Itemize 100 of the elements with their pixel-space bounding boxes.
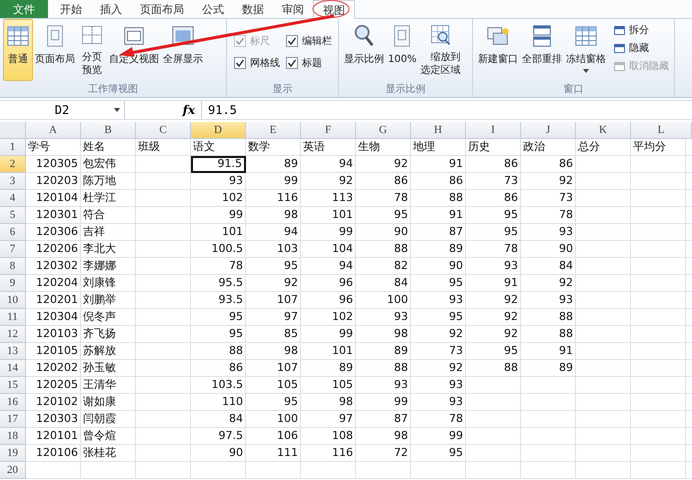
group-label: 工作簿视图 bbox=[87, 83, 139, 97]
column-header[interactable]: H bbox=[411, 122, 466, 139]
ribbon-button[interactable]: 冻结窗格 bbox=[564, 19, 608, 81]
ribbon-button[interactable]: 页面布局 bbox=[33, 19, 77, 81]
table-cell-text: 105 bbox=[331, 377, 354, 393]
table-cell-text: 92 bbox=[558, 275, 574, 291]
table-cell-text: 108 bbox=[331, 428, 354, 444]
column-header[interactable]: A bbox=[26, 122, 81, 139]
table-cell-text: 93 bbox=[448, 292, 464, 308]
checkbox[interactable]: 标题 bbox=[286, 56, 332, 70]
table-cell-text: 101 bbox=[331, 343, 354, 359]
formula-field[interactable]: 91.5 bbox=[202, 103, 237, 117]
table-cell-text: 93 bbox=[393, 309, 409, 325]
table-cell-text: 91 bbox=[448, 207, 464, 223]
ribbon-button[interactable]: 普通 bbox=[3, 19, 33, 81]
row-header[interactable]: 10 bbox=[0, 292, 26, 309]
table-cell-text: 97.5 bbox=[218, 428, 244, 444]
column-header[interactable]: D bbox=[191, 122, 246, 139]
ribbon-tab[interactable]: 开始 bbox=[51, 0, 91, 18]
checkbox[interactable]: 网格线 bbox=[234, 56, 280, 70]
row-header[interactable]: 2 bbox=[0, 156, 26, 173]
ribbon-button[interactable]: 100% bbox=[386, 19, 419, 81]
table-cell-text: 120101 bbox=[35, 428, 79, 444]
row-header[interactable]: 16 bbox=[0, 394, 26, 411]
table-cell-text: 86 bbox=[393, 173, 409, 189]
table-cell-text: 齐飞扬 bbox=[82, 326, 117, 342]
row-header[interactable]: 11 bbox=[0, 309, 26, 326]
column-header[interactable]: F bbox=[301, 122, 356, 139]
function-button[interactable]: fx bbox=[125, 101, 202, 119]
table-cell-text: 111 bbox=[276, 445, 299, 461]
table-cell-text: 92 bbox=[448, 360, 464, 376]
table-cell-text: 历史 bbox=[467, 139, 491, 155]
row-header[interactable]: 7 bbox=[0, 241, 26, 258]
ribbon-button[interactable]: 隐藏 bbox=[612, 40, 671, 56]
ribbon-tab[interactable]: 插入 bbox=[91, 0, 131, 18]
file-tab[interactable]: 文件 bbox=[0, 0, 48, 18]
table-cell-text: 94 bbox=[338, 156, 354, 172]
table-cell-text: 92 bbox=[503, 292, 519, 308]
group-label: 显示比例 bbox=[384, 83, 426, 97]
column-header[interactable]: E bbox=[246, 122, 301, 139]
table-cell-text: 吉祥 bbox=[82, 224, 106, 240]
ribbon-button[interactable]: 分页预览 bbox=[77, 19, 107, 81]
checkmark-icon bbox=[287, 58, 297, 68]
checkbox[interactable]: 编辑栏 bbox=[286, 34, 332, 48]
name-box[interactable]: D2 bbox=[0, 101, 125, 119]
column-header[interactable]: C bbox=[136, 122, 191, 139]
row-header[interactable]: 5 bbox=[0, 207, 26, 224]
active-cell[interactable]: 91.5 bbox=[191, 156, 246, 173]
table-cell-text: 120202 bbox=[35, 360, 79, 376]
table-cell-text: 99 bbox=[448, 428, 464, 444]
row-header[interactable]: 15 bbox=[0, 377, 26, 394]
table-cell-text: 73 bbox=[558, 190, 574, 206]
ribbon-button[interactable]: 拆分 bbox=[612, 22, 671, 38]
row-header[interactable]: 13 bbox=[0, 343, 26, 360]
row-header[interactable]: 3 bbox=[0, 173, 26, 190]
column-header[interactable]: K bbox=[576, 122, 631, 139]
window-icon bbox=[614, 44, 625, 52]
table-cell-text: 78 bbox=[558, 207, 574, 223]
ribbon-button[interactable]: 全屏显示 bbox=[161, 19, 205, 81]
window-icon bbox=[614, 62, 625, 70]
table-cell-text: 116 bbox=[331, 445, 354, 461]
row-header[interactable]: 19 bbox=[0, 445, 26, 462]
column-header[interactable]: G bbox=[356, 122, 411, 139]
column-header[interactable]: J bbox=[521, 122, 576, 139]
table-cell-text: 100 bbox=[276, 411, 299, 427]
row-header[interactable]: 17 bbox=[0, 411, 26, 428]
table-cell-text: 113 bbox=[331, 190, 354, 206]
ribbon-button[interactable]: 显示比例 bbox=[342, 19, 386, 81]
column-header[interactable]: B bbox=[81, 122, 136, 139]
ribbon-tab[interactable]: 审阅 bbox=[273, 0, 313, 18]
table-cell-text: 曾令煊 bbox=[82, 428, 117, 444]
table-cell-text: 平均分 bbox=[632, 139, 667, 155]
ribbon-tab[interactable]: 公式 bbox=[193, 0, 233, 18]
row-header[interactable]: 18 bbox=[0, 428, 26, 445]
row-header[interactable]: 14 bbox=[0, 360, 26, 377]
select-all-corner[interactable] bbox=[0, 122, 26, 139]
table-cell-text: 99 bbox=[338, 224, 354, 240]
column-header[interactable]: I bbox=[466, 122, 521, 139]
checkmark-icon bbox=[287, 36, 297, 46]
table-cell-text: 总分 bbox=[577, 139, 601, 155]
row-header[interactable]: 8 bbox=[0, 258, 26, 275]
table-cell-text: 91 bbox=[503, 275, 519, 291]
row-header[interactable]: 20 bbox=[0, 462, 26, 479]
table-cell-text: 99 bbox=[228, 207, 244, 223]
ribbon-button[interactable]: 新建窗口 bbox=[476, 19, 520, 81]
ribbon-tab[interactable]: 页面布局 bbox=[131, 0, 193, 18]
row-header[interactable]: 4 bbox=[0, 190, 26, 207]
row-header[interactable]: 9 bbox=[0, 275, 26, 292]
ribbon-tab[interactable]: 数据 bbox=[233, 0, 273, 18]
column-header[interactable]: L bbox=[631, 122, 692, 139]
row-header[interactable]: 6 bbox=[0, 224, 26, 241]
table-cell-text: 101 bbox=[331, 207, 354, 223]
table-cell-text: 92 bbox=[558, 173, 574, 189]
row-header[interactable]: 1 bbox=[0, 139, 26, 156]
table-cell-text: 106 bbox=[276, 428, 299, 444]
table-cell-text: 120205 bbox=[35, 377, 79, 393]
ribbon-button[interactable]: 全部重排 bbox=[520, 19, 564, 81]
ribbon-button[interactable]: 缩放到选定区域 bbox=[418, 19, 463, 81]
row-header[interactable]: 12 bbox=[0, 326, 26, 343]
table-cell-text: 107 bbox=[276, 292, 299, 308]
